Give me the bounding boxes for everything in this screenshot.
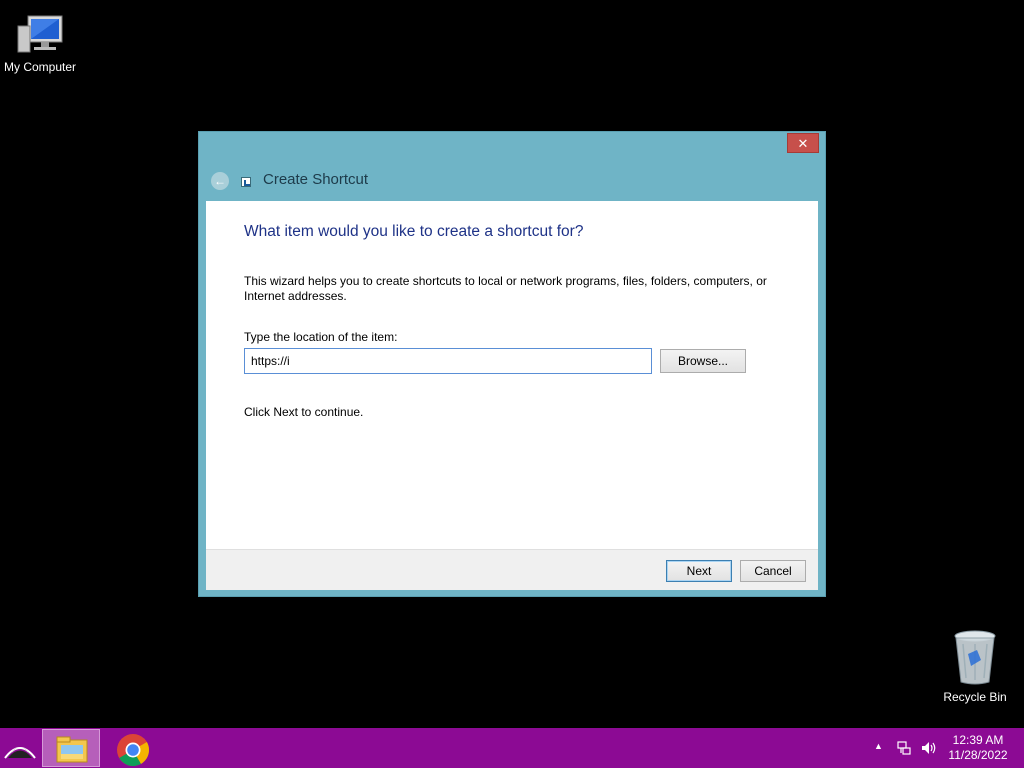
show-hidden-icons-icon[interactable]: ▲ [874, 741, 883, 751]
wizard-content: What item would you like to create a sho… [206, 201, 818, 549]
wizard-footer: Next Cancel [206, 549, 818, 590]
cancel-button[interactable]: Cancel [740, 560, 806, 582]
start-button[interactable] [2, 736, 38, 762]
location-input[interactable] [244, 348, 652, 374]
close-button[interactable]: ✕ [787, 133, 819, 153]
desktop-icon-label: Recycle Bin [943, 690, 1007, 704]
clock[interactable]: 12:39 AM 11/28/2022 [944, 733, 1012, 763]
desktop-icon-recycle-bin[interactable]: Recycle Bin [935, 630, 1015, 704]
back-arrow-icon[interactable]: ← [211, 172, 229, 190]
window-title: Create Shortcut [263, 171, 369, 188]
network-icon[interactable] [896, 740, 912, 756]
clock-time: 12:39 AM [952, 733, 1004, 747]
create-shortcut-dialog: ✕ ← Create Shortcut What item would you … [198, 131, 826, 597]
recycle-bin-icon [954, 630, 996, 685]
start-icon [4, 747, 36, 759]
wizard-heading: What item would you like to create a sho… [244, 223, 584, 240]
desktop-icon-my-computer[interactable]: My Computer [0, 14, 80, 74]
computer-icon [17, 15, 63, 53]
taskbar-chrome[interactable] [104, 729, 162, 767]
next-button[interactable]: Next [666, 560, 732, 582]
taskbar-file-explorer[interactable] [42, 729, 100, 767]
shortcut-icon [241, 177, 251, 187]
taskbar: ▲ 12:39 AM 11/28/2022 [0, 728, 1024, 768]
desktop-icon-label: My Computer [3, 60, 77, 74]
browse-button[interactable]: Browse... [660, 349, 746, 373]
volume-icon[interactable] [920, 739, 938, 757]
file-explorer-icon [56, 736, 88, 763]
clock-date: 11/28/2022 [948, 748, 1008, 762]
title-bar: ← Create Shortcut [199, 164, 825, 198]
location-label: Type the location of the item: [244, 330, 398, 344]
continue-hint: Click Next to continue. [244, 405, 364, 419]
chrome-icon [117, 734, 150, 767]
wizard-description: This wizard helps you to create shortcut… [244, 274, 767, 303]
